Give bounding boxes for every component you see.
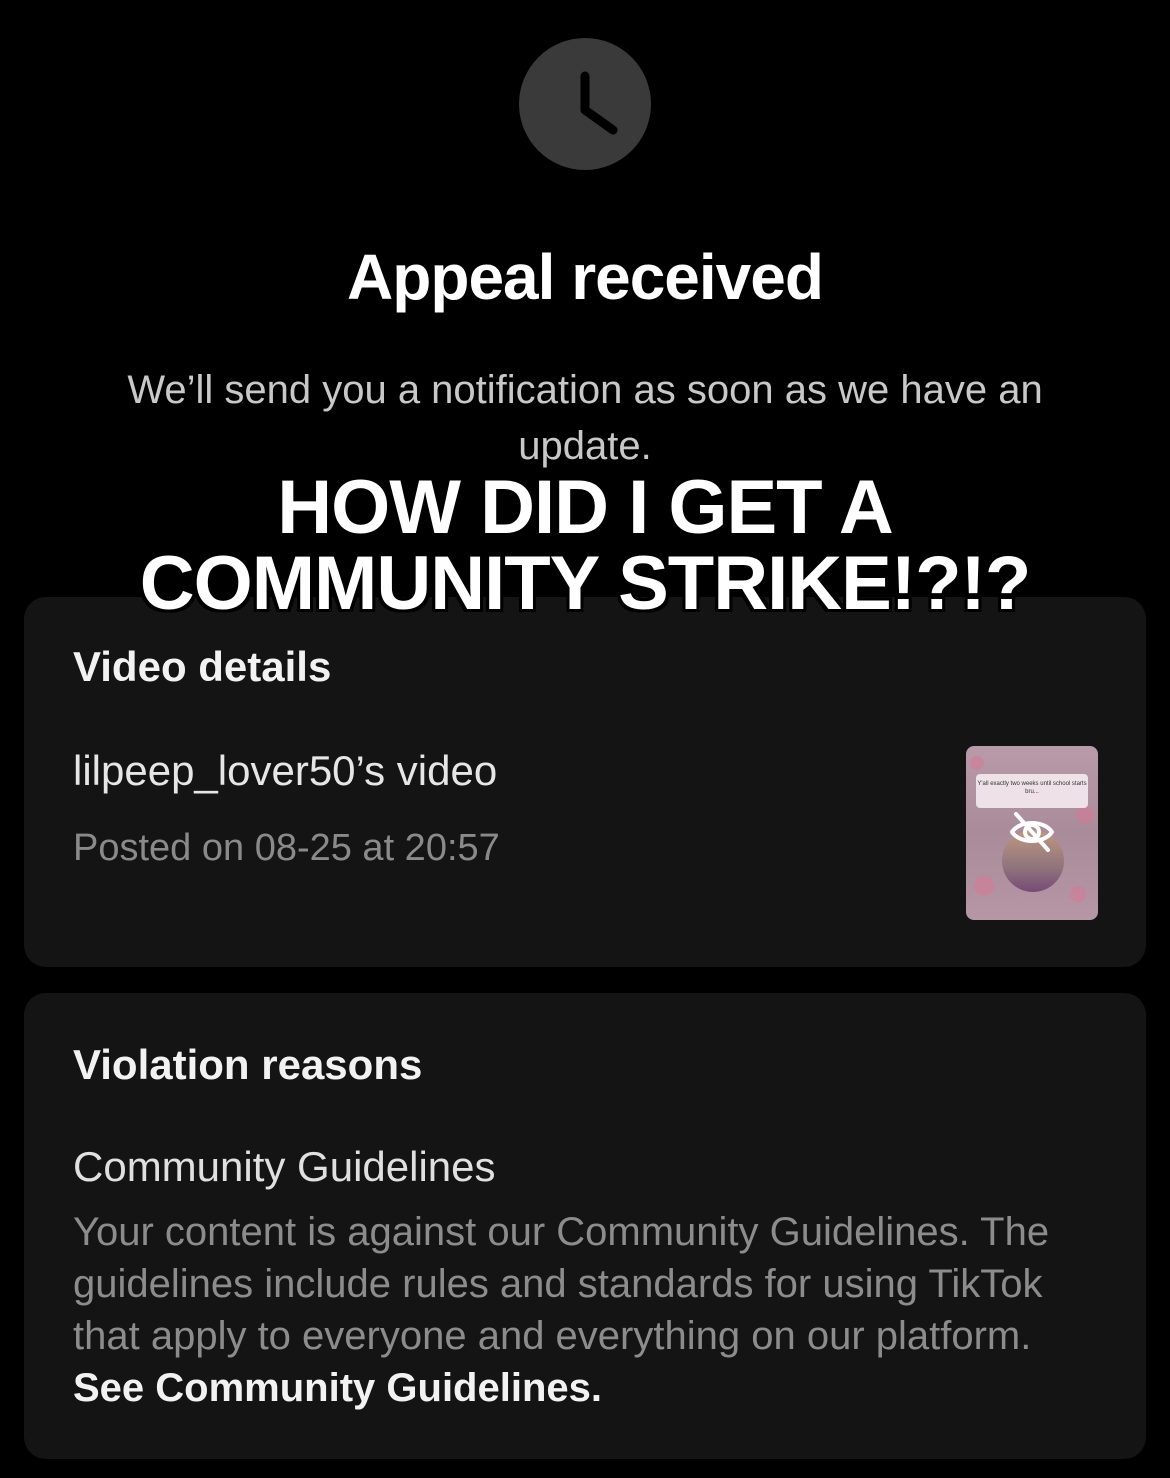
violation-reasons-heading: Violation reasons (73, 1041, 423, 1088)
eye-off-icon (1010, 812, 1054, 852)
video-details-heading: Video details (73, 643, 332, 690)
thumbnail-caption: Y'all exactly two weeks until school sta… (976, 774, 1088, 808)
clock-icon (519, 38, 651, 170)
thumbnail-decoration (970, 756, 984, 770)
see-community-guidelines-link[interactable]: See Community Guidelines. (73, 1366, 602, 1410)
overlay-caption: HOW DID I GET A COMMUNITY STRIKE!?!? (0, 470, 1170, 622)
page-title: Appeal received (347, 241, 824, 313)
video-details-card: Video details lilpeep_lover50’s video Po… (24, 597, 1146, 967)
overlay-caption-line: HOW DID I GET A (277, 465, 894, 550)
video-posted-date: Posted on 08-25 at 20:57 (73, 827, 500, 869)
page-subtitle: We’ll send you a notification as soon as… (127, 368, 1043, 468)
video-thumbnail[interactable]: Y'all exactly two weeks until school sta… (966, 746, 1098, 920)
thumbnail-decoration (1070, 886, 1086, 902)
violation-reasons-card: Violation reasons Community Guidelines Y… (24, 993, 1146, 1459)
video-title: lilpeep_lover50’s video (73, 747, 498, 794)
violation-reason-title: Community Guidelines (73, 1143, 496, 1190)
violation-reason-body: Your content is against our Community Gu… (73, 1206, 1103, 1414)
violation-reason-text: Your content is against our Community Gu… (73, 1210, 1050, 1358)
thumbnail-decoration (1076, 806, 1094, 824)
thumbnail-decoration (974, 876, 994, 896)
overlay-caption-line: COMMUNITY STRIKE!?!? (139, 541, 1032, 626)
